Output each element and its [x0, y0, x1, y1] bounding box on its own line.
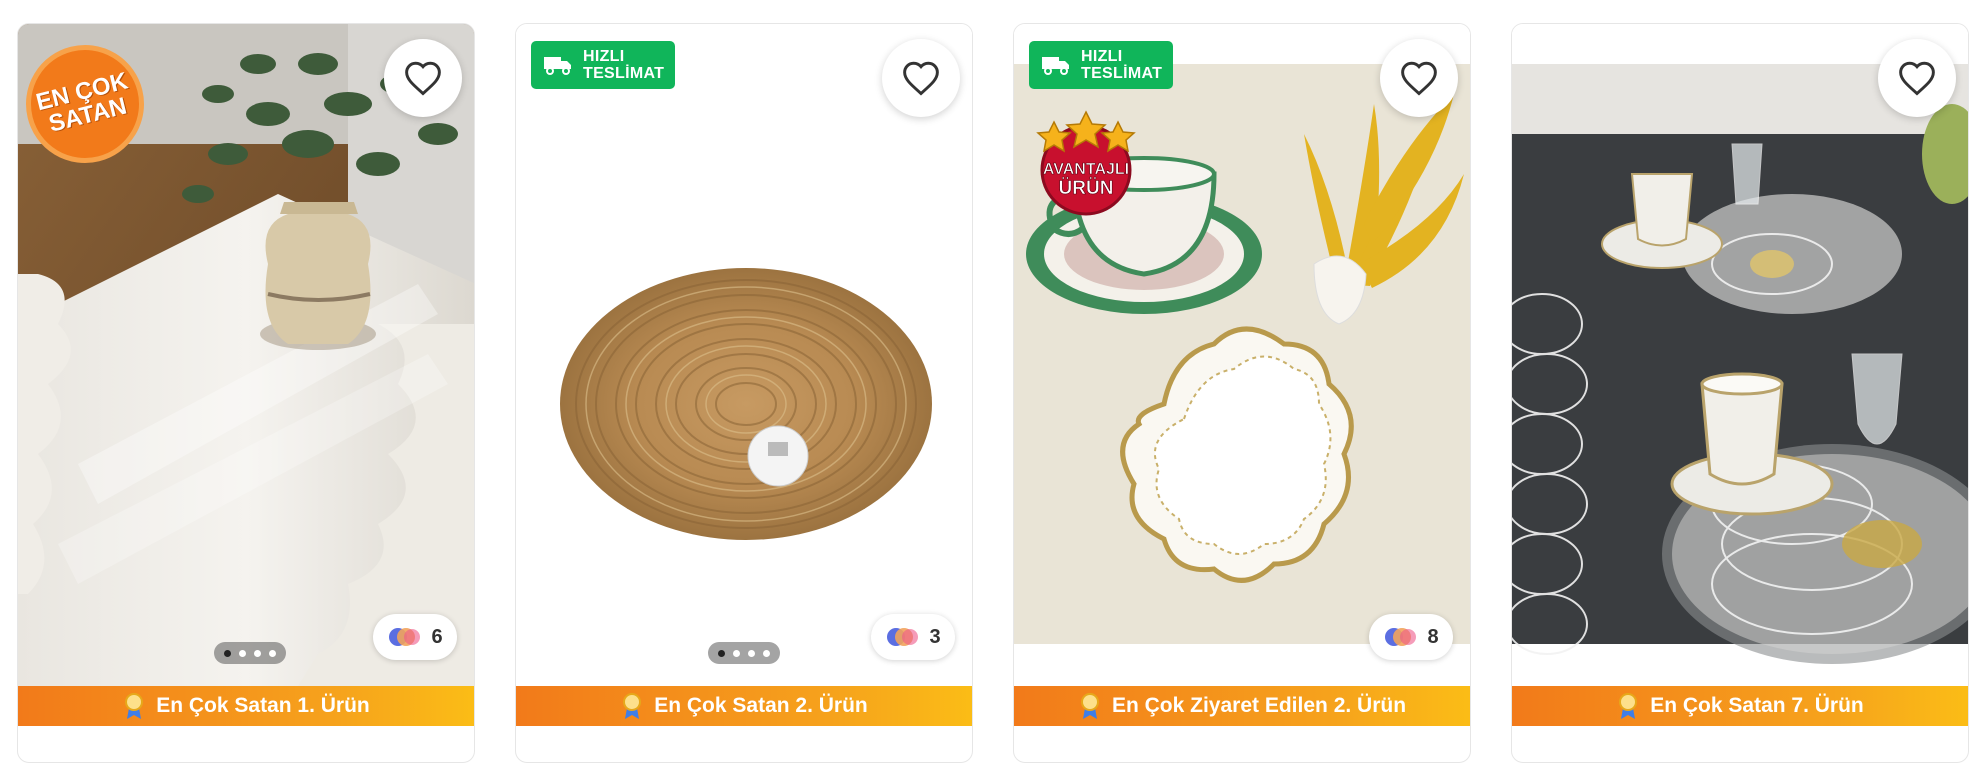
- ranking-ribbon: En Çok Ziyaret Edilen 2. Ürün: [1014, 686, 1470, 726]
- fast-delivery-badge: HIZLI TESLİMAT: [531, 41, 675, 89]
- ranking-ribbon: En Çok Satan 1. Ürün: [18, 686, 474, 726]
- image-pager[interactable]: [214, 642, 286, 664]
- fast-delivery-badge: HIZLI TESLİMAT: [1029, 41, 1173, 89]
- color-count: 3: [929, 625, 941, 648]
- color-count: 8: [1427, 625, 1439, 648]
- product-image-4[interactable]: [1512, 24, 1968, 686]
- heart-outline-icon: [405, 61, 441, 96]
- medal-icon: [1080, 693, 1099, 719]
- pager-dot[interactable]: [269, 649, 276, 657]
- medal-icon: [1619, 693, 1638, 719]
- image-pager[interactable]: [708, 642, 780, 664]
- fast-delivery-line-1: HIZLI: [583, 48, 625, 65]
- ranking-text: En Çok Satan 2. Ürün: [654, 694, 868, 717]
- pager-dot[interactable]: [254, 649, 261, 657]
- heart-outline-icon: [1899, 61, 1935, 96]
- product-card-1[interactable]: EN ÇOK SATAN 6 En Çok Satan 1. Ürün: [17, 23, 475, 763]
- color-options-badge[interactable]: 6: [373, 614, 457, 660]
- ranking-text: En Çok Ziyaret Edilen 2. Ürün: [1111, 694, 1407, 717]
- product-photo-lace-coaster-set: [1512, 24, 1968, 686]
- badge-line-2: ÜRÜN: [1059, 178, 1114, 199]
- ranking-text: En Çok Satan 1. Ürün: [156, 694, 370, 717]
- color-options-badge[interactable]: 8: [1369, 614, 1453, 660]
- favorite-button[interactable]: [882, 39, 960, 117]
- product-image-1[interactable]: EN ÇOK SATAN 6: [18, 24, 474, 686]
- medal-icon: [125, 693, 144, 719]
- pager-dot[interactable]: [763, 649, 770, 657]
- advantage-product-badge: AVANTAJLI ÜRÜN: [1028, 108, 1144, 218]
- product-card-4[interactable]: En Çok Satan 7. Ürün: [1511, 23, 1969, 763]
- medal-icon: [623, 693, 642, 719]
- color-swatch-icon: [887, 628, 919, 646]
- fast-delivery-line-2: TESLİMAT: [583, 65, 665, 82]
- product-image-2[interactable]: HIZLI TESLİMAT 3: [516, 24, 972, 686]
- truck-icon: [544, 57, 571, 75]
- pager-dot[interactable]: [748, 649, 755, 657]
- ranking-ribbon: En Çok Satan 2. Ürün: [516, 686, 972, 726]
- fast-delivery-line-2: TESLİMAT: [1081, 65, 1163, 82]
- product-card-2[interactable]: HIZLI TESLİMAT 3 En Çok Satan 2. Ürün: [515, 23, 973, 763]
- pager-dot[interactable]: [224, 649, 231, 657]
- pager-dot[interactable]: [733, 649, 740, 657]
- heart-outline-icon: [903, 61, 939, 96]
- favorite-button[interactable]: [384, 39, 462, 117]
- color-options-badge[interactable]: 3: [871, 614, 955, 660]
- pager-dot[interactable]: [718, 649, 725, 657]
- pager-dot[interactable]: [239, 649, 246, 657]
- product-card-3[interactable]: HIZLI TESLİMAT AVANTAJLI ÜRÜN 8 En Çok Z…: [1013, 23, 1471, 763]
- advantage-badge-icon: AVANTAJLI ÜRÜN: [1036, 110, 1136, 216]
- ranking-ribbon: En Çok Satan 7. Ürün: [1512, 686, 1968, 726]
- badge-line-1: AVANTAJLI: [1043, 161, 1129, 178]
- heart-outline-icon: [1401, 61, 1437, 96]
- color-swatch-icon: [1385, 628, 1417, 646]
- favorite-button[interactable]: [1878, 39, 1956, 117]
- ranking-text: En Çok Satan 7. Ürün: [1650, 694, 1864, 717]
- product-photo-seagrass-placemat: [516, 24, 972, 686]
- fast-delivery-line-1: HIZLI: [1081, 48, 1123, 65]
- color-count: 6: [431, 625, 443, 648]
- color-swatch-icon: [389, 628, 421, 646]
- favorite-button[interactable]: [1380, 39, 1458, 117]
- truck-icon: [1042, 57, 1069, 75]
- product-image-3[interactable]: HIZLI TESLİMAT AVANTAJLI ÜRÜN 8: [1014, 24, 1470, 686]
